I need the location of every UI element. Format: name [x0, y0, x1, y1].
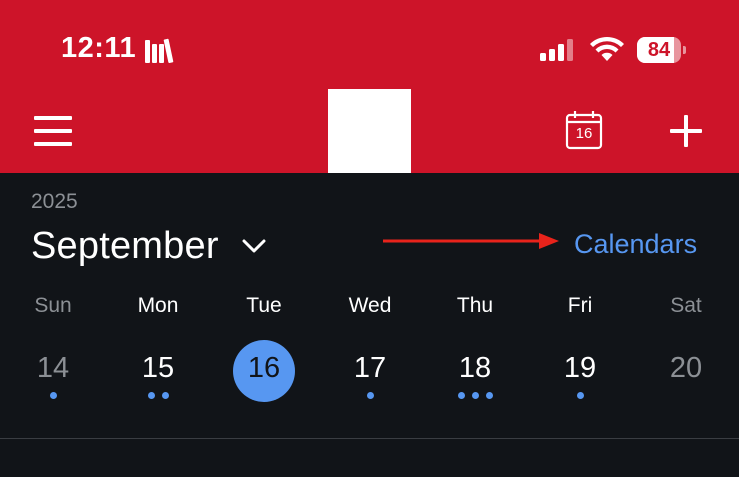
day-number: 17 [353, 352, 387, 384]
event-dots [339, 392, 401, 400]
day-cell-16[interactable]: 16 [233, 340, 295, 402]
day-number: 18 [458, 352, 492, 384]
event-dots [549, 392, 611, 400]
divider [0, 438, 739, 439]
day-cell-17[interactable]: 17 [339, 340, 401, 402]
day-cell-14[interactable]: 14 [22, 340, 84, 402]
day-number: 15 [141, 352, 175, 384]
event-dot [485, 392, 493, 399]
event-dots [127, 392, 189, 400]
event-dot [576, 392, 584, 399]
plus-icon[interactable] [670, 115, 702, 147]
calendars-link[interactable]: Calendars [574, 229, 697, 260]
event-dot [161, 392, 169, 399]
day-cell-19[interactable]: 19 [549, 340, 611, 402]
day-cell-18[interactable]: 18 [444, 340, 506, 402]
event-dot [49, 392, 57, 399]
today-number: 16 [575, 125, 593, 142]
battery-indicator: 84 [637, 37, 687, 63]
weekday-wed: Wed [348, 294, 392, 317]
weekday-tue: Tue [246, 294, 282, 317]
status-time: 12:11 [61, 32, 137, 64]
event-dot [147, 392, 155, 399]
event-dot [457, 392, 465, 399]
day-number: 19 [563, 352, 597, 384]
day-number: 14 [36, 352, 70, 384]
event-dot [366, 392, 374, 399]
month-label: September [31, 224, 219, 267]
weekday-sun: Sun [34, 294, 72, 317]
annotation-arrow [383, 233, 559, 249]
weekday-sat: Sat [670, 294, 702, 317]
day-cell-15[interactable]: 15 [127, 340, 189, 402]
weekday-thu: Thu [456, 294, 494, 317]
wifi-icon [590, 36, 624, 61]
day-number: 20 [669, 352, 703, 384]
weekday-mon: Mon [137, 294, 179, 317]
month-selector[interactable]: September [31, 222, 267, 270]
weekday-fri: Fri [567, 294, 593, 317]
event-dots [444, 392, 506, 400]
chevron-down-icon [242, 239, 266, 253]
app-header: 12:11 84 16 [0, 0, 739, 173]
event-dot [471, 392, 479, 399]
today-button[interactable]: 16 [565, 110, 603, 150]
cellular-signal-icon [540, 39, 573, 61]
books-icon [145, 38, 174, 63]
event-dots [22, 392, 84, 400]
battery-percent: 84 [647, 39, 671, 61]
year-label: 2025 [31, 190, 78, 213]
day-number: 16 [247, 352, 281, 384]
day-cell-20[interactable]: 20 [655, 340, 717, 402]
hamburger-menu-icon[interactable] [34, 116, 72, 146]
app-logo [328, 89, 411, 173]
